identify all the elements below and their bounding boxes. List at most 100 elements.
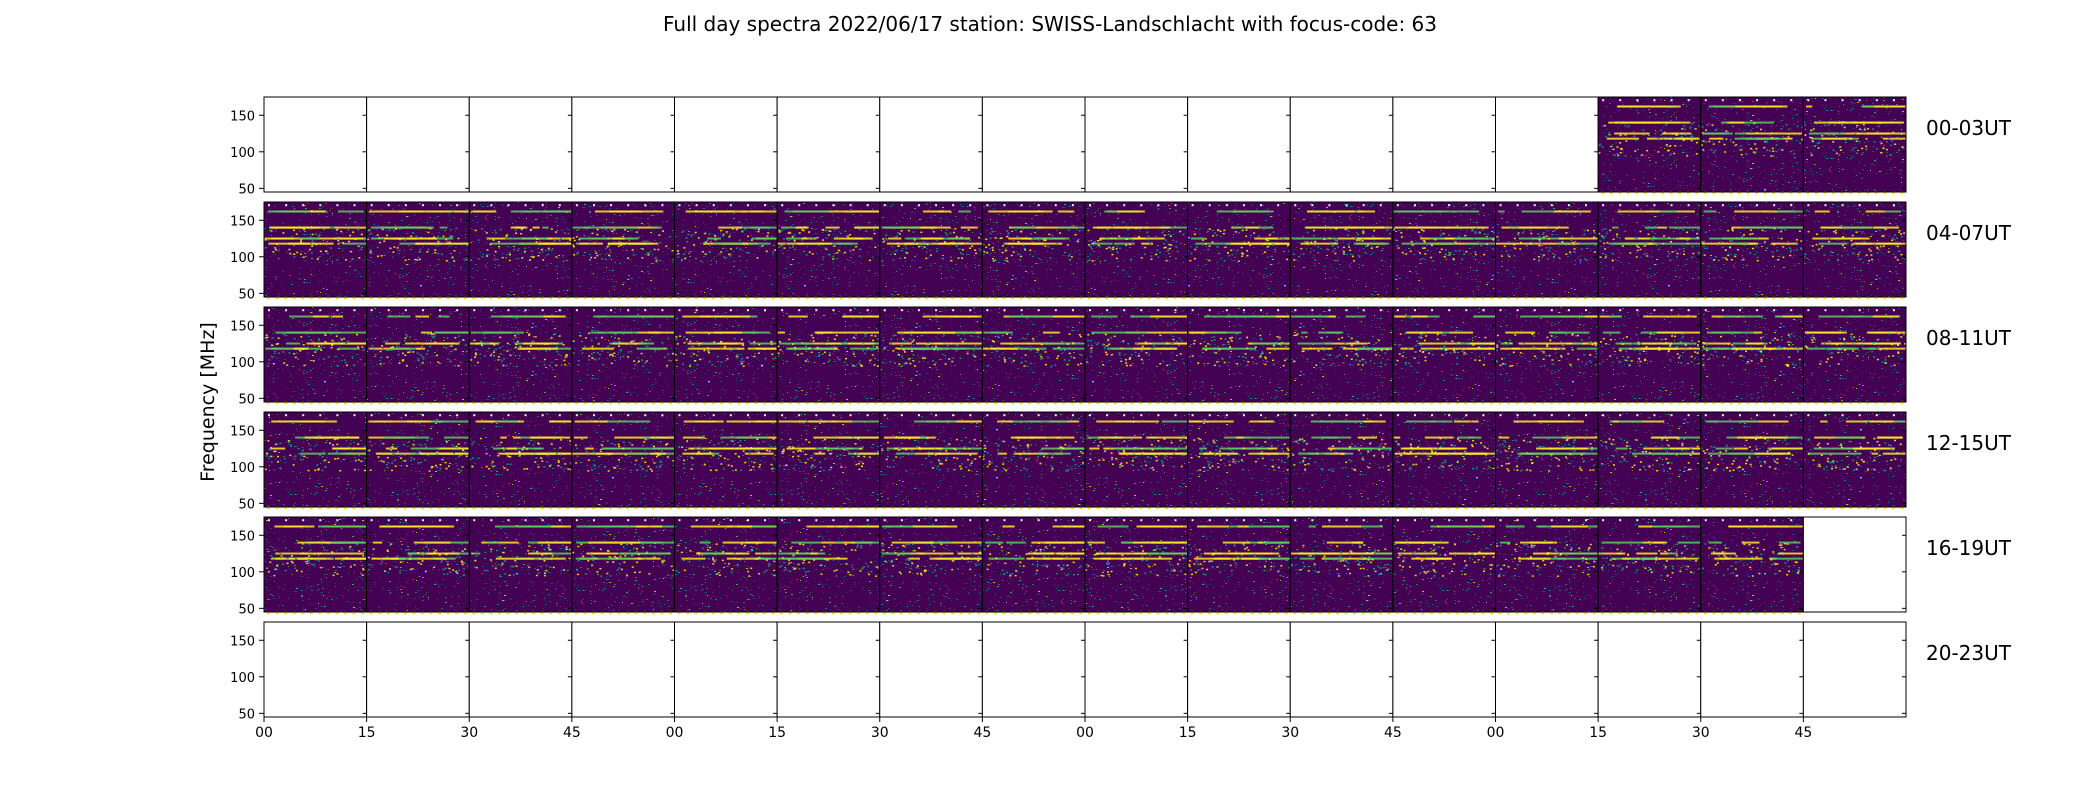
spectral-speckle (277, 461, 280, 463)
spectral-speckle (1776, 249, 1779, 252)
spectral-speckle (814, 238, 817, 241)
emission-band (1188, 331, 1206, 334)
spectral-speckle (277, 257, 280, 260)
spectral-speckle (432, 336, 435, 339)
spectral-speckle (509, 463, 512, 466)
spectral-speckle (902, 349, 905, 351)
calibration-dot (524, 309, 527, 312)
spectral-speckle (948, 443, 951, 445)
spectral-speckle (1365, 245, 1368, 248)
emission-band (1188, 420, 1201, 423)
spectral-speckle (1630, 244, 1633, 246)
spectral-speckle (868, 259, 871, 262)
spectral-speckle (350, 250, 353, 253)
spectral-speckle (1355, 353, 1358, 355)
spectral-speckle (792, 451, 795, 453)
spectral-speckle (634, 343, 637, 345)
spectral-speckle (1546, 345, 1549, 348)
spectral-speckle (827, 449, 830, 452)
spectral-speckle (546, 227, 549, 230)
spectral-speckle (1892, 355, 1895, 357)
spectral-speckle (590, 339, 593, 342)
spectrogram-panel (571, 201, 675, 300)
spectral-speckle (397, 354, 400, 356)
spectral-speckle (336, 450, 339, 453)
emission-band (705, 331, 737, 334)
spectral-speckle (1102, 443, 1105, 446)
spectral-speckle (740, 363, 743, 365)
spectral-speckle (735, 228, 738, 231)
calibration-dot (1089, 309, 1091, 312)
spectral-speckle (896, 235, 899, 238)
spectral-speckle (1837, 351, 1840, 354)
spectral-speckle (1059, 446, 1062, 448)
spectral-speckle (1124, 358, 1127, 361)
spectral-speckle (1347, 335, 1350, 338)
spectral-speckle (932, 467, 935, 469)
spectral-speckle (1313, 244, 1316, 246)
emission-band (548, 210, 571, 213)
spectral-speckle (1850, 244, 1853, 247)
emission-band (1429, 237, 1445, 240)
spectral-speckle (1858, 338, 1861, 341)
spectral-speckle (745, 447, 748, 449)
spectral-speckle (863, 455, 866, 458)
spectral-speckle (625, 249, 628, 252)
emission-band (472, 210, 497, 213)
spectral-speckle (595, 336, 598, 339)
spectral-speckle (1010, 333, 1013, 336)
spectral-speckle (1774, 337, 1777, 340)
spectral-speckle (1040, 449, 1043, 451)
spectral-speckle (609, 354, 612, 356)
spectral-speckle (926, 437, 929, 440)
spectral-speckle (590, 256, 593, 259)
calibration-dot (729, 414, 732, 417)
spectral-speckle (1110, 237, 1113, 239)
spectral-speckle (1296, 333, 1299, 335)
spectral-speckle (427, 248, 430, 251)
spectrogram-panel (571, 306, 675, 405)
spectral-speckle (858, 468, 861, 471)
spectral-speckle (1740, 145, 1743, 147)
emission-band (1301, 331, 1308, 334)
calibration-dot (798, 414, 801, 417)
emission-band (1019, 347, 1047, 350)
spectral-speckle (575, 235, 578, 238)
empty-panel (1084, 96, 1189, 193)
calibration-dot (507, 309, 510, 312)
spectral-speckle (1231, 253, 1234, 256)
spectral-speckle (1357, 341, 1360, 343)
spectral-speckle (554, 333, 557, 335)
spectrogram-panel (366, 411, 470, 510)
spectral-speckle (1238, 232, 1241, 234)
spectral-speckle (793, 352, 796, 355)
spectral-speckle (267, 440, 270, 442)
spectral-speckle (634, 463, 637, 466)
calibration-dot (1465, 309, 1468, 312)
spectral-speckle (765, 250, 768, 252)
calibration-dot (285, 414, 288, 417)
spectral-speckle (1050, 365, 1053, 367)
spectral-speckle (545, 350, 548, 352)
y-tick-label: 50 (238, 287, 255, 302)
emission-band (786, 237, 804, 240)
spectral-speckle (557, 464, 560, 467)
spectral-speckle (381, 345, 384, 347)
spectral-speckle (1098, 245, 1101, 248)
spectral-speckle (822, 256, 825, 258)
spectral-speckle (460, 469, 463, 472)
spectral-speckle (1346, 354, 1349, 357)
spectral-speckle (1850, 333, 1853, 336)
spectral-speckle (1079, 451, 1082, 454)
spectral-speckle (1160, 459, 1163, 462)
spectral-speckle (838, 359, 841, 361)
spectral-speckle (1190, 456, 1193, 459)
spectral-speckle (1400, 231, 1403, 234)
calibration-dot (1396, 204, 1399, 207)
spectral-speckle (1729, 347, 1732, 350)
emission-band (1307, 210, 1355, 213)
spectral-speckle (568, 362, 571, 365)
spectral-speckle (1810, 129, 1813, 132)
calibration-dot (1738, 99, 1741, 102)
spectral-speckle (1704, 342, 1707, 344)
